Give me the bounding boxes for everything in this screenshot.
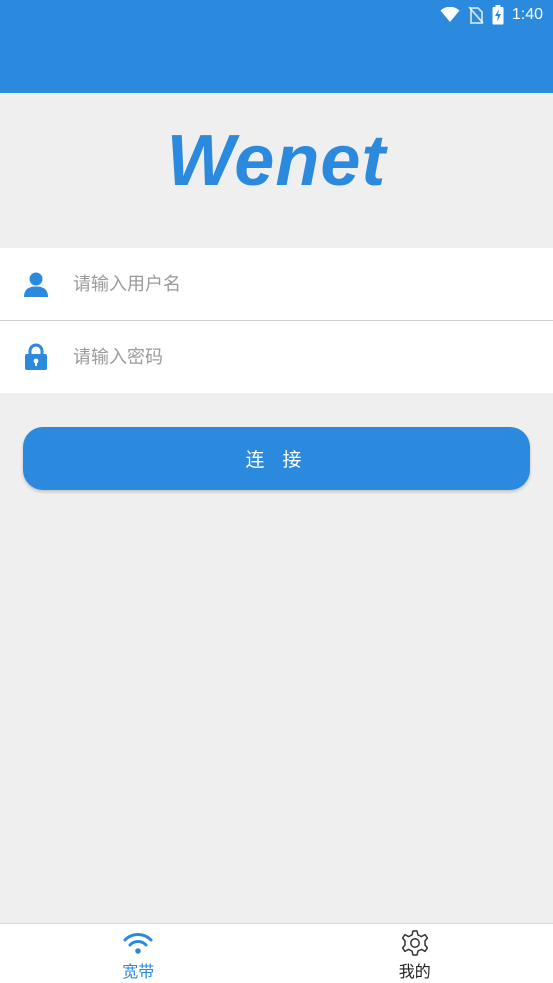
connect-button[interactable]: 连 接 bbox=[23, 427, 530, 490]
tab-broadband[interactable]: 宽带 bbox=[0, 924, 277, 983]
password-row bbox=[0, 321, 553, 393]
wifi-icon bbox=[440, 7, 460, 23]
wifi-icon bbox=[123, 930, 153, 956]
tab-broadband-label: 宽带 bbox=[122, 962, 155, 981]
username-row bbox=[0, 248, 553, 321]
password-input[interactable] bbox=[73, 321, 543, 393]
app-screen: 1:40 Wenet 连 接 bbox=[0, 0, 553, 983]
bottom-navigation: 宽带 我的 bbox=[0, 923, 553, 983]
user-icon bbox=[22, 270, 50, 298]
lock-icon bbox=[22, 343, 50, 371]
status-bar: 1:40 bbox=[440, 4, 543, 26]
status-time: 1:40 bbox=[511, 6, 543, 23]
app-logo: Wenet bbox=[166, 121, 387, 201]
header-bar: 1:40 bbox=[0, 0, 553, 93]
battery-charging-icon bbox=[492, 5, 504, 25]
no-sim-icon bbox=[468, 6, 484, 24]
username-input[interactable] bbox=[73, 248, 543, 320]
tab-mine[interactable]: 我的 bbox=[277, 924, 553, 983]
login-form bbox=[0, 248, 553, 393]
gear-icon bbox=[400, 930, 430, 956]
tab-mine-label: 我的 bbox=[398, 962, 431, 981]
